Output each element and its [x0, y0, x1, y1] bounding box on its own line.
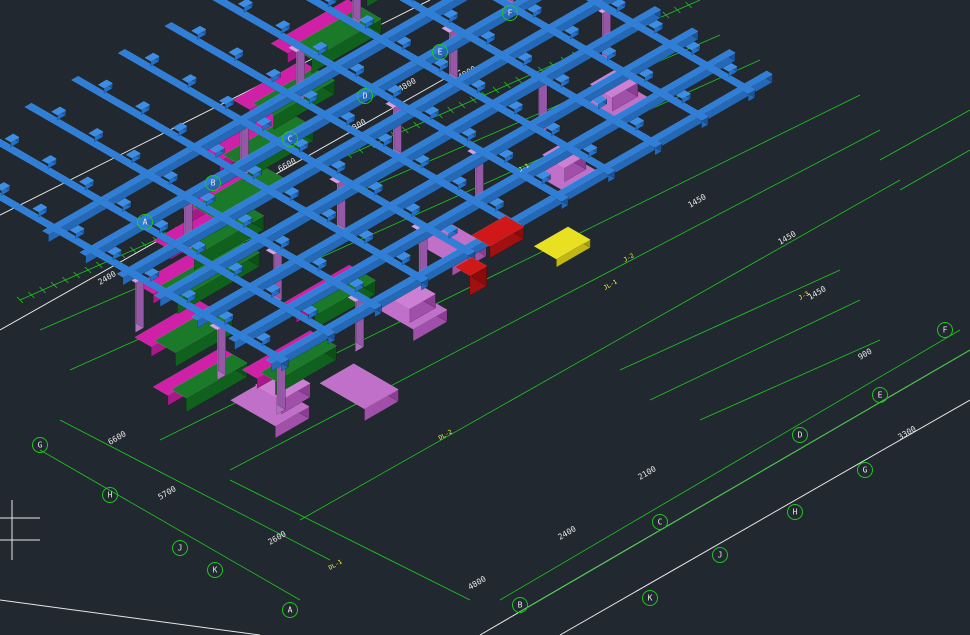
grid-bubble: B: [512, 597, 528, 613]
dimension-tick: [402, 126, 409, 134]
grid-bubble-label: A: [288, 606, 293, 615]
dimension-line: [299, 179, 901, 521]
grid-bubble-label: D: [363, 92, 368, 101]
grid-bubble: K: [642, 590, 658, 606]
grid-bubble-label: E: [438, 48, 443, 57]
dimension-line: [879, 109, 970, 161]
dimension-tick: [84, 266, 92, 274]
dimension-line: [499, 329, 961, 601]
dimension-text: 1450: [807, 284, 828, 302]
dimension-tick: [39, 286, 46, 294]
dimension-tick: [447, 106, 454, 114]
grid-bubble-label: G: [38, 441, 43, 450]
grid-bubble: G: [857, 462, 873, 478]
grid-bubble-label: D: [798, 431, 803, 440]
grid-bubble: C: [652, 514, 668, 530]
grid-bubble-label: A: [143, 218, 148, 227]
grid-bubble: H: [787, 504, 803, 520]
dimension-tick: [662, 11, 670, 19]
tag-label: J-2: [623, 252, 636, 264]
grid-bubble: K: [207, 562, 223, 578]
grid-bubble-label: H: [108, 491, 113, 500]
dimension-tick: [413, 121, 420, 129]
grid-bubble-label: H: [793, 508, 798, 517]
beam-frame-layer: [0, 0, 774, 372]
dimension-line: [519, 349, 970, 613]
frame-line: [0, 599, 261, 635]
dimension-text: 2400: [557, 524, 578, 542]
grid-bubble: J: [172, 540, 188, 556]
cad-drawing-canvas[interactable]: 4800480048006600660033002400240018001450…: [0, 0, 970, 635]
dimension-line: [649, 299, 861, 401]
tag-label: JL-1: [603, 278, 619, 291]
grid-bubble-label: K: [213, 566, 218, 575]
dimension-tick: [685, 1, 692, 9]
grid-bubble-label: C: [288, 135, 293, 144]
dimension-text: 2600: [267, 529, 288, 547]
dimension-tick: [28, 291, 35, 299]
dimension-tick: [96, 261, 103, 269]
tag-layer: J-1J-2J-3DL-1DL-2JL-1: [328, 162, 811, 572]
dimension-text: 6600: [107, 429, 128, 447]
dimension-line: [699, 339, 881, 421]
grid-bubble-label: B: [211, 179, 216, 188]
grid-bubble: D: [792, 427, 808, 443]
grid-bubble: H: [102, 487, 118, 503]
dimension-tick: [458, 101, 466, 109]
cad-model-viewport[interactable]: 4800480048006600660033002400240018001450…: [0, 0, 970, 635]
highlight-yellow-block: [533, 226, 591, 268]
dimension-tick: [62, 276, 69, 284]
grid-bubble-label: C: [658, 518, 663, 527]
grid-bubble-label: B: [518, 601, 523, 610]
dimension-text: 2100: [637, 464, 658, 482]
dimension-text: 5700: [157, 484, 178, 502]
dimension-line: [899, 149, 970, 191]
footing-pad: [319, 363, 399, 422]
grid-bubble-label: F: [508, 9, 513, 18]
dimension-tick: [674, 6, 681, 14]
grid-bubble: E: [872, 387, 888, 403]
dimension-text: 1450: [687, 192, 708, 210]
tag-label: DL-1: [328, 558, 344, 571]
grid-bubble: J: [712, 547, 728, 563]
grid-bubble: A: [282, 602, 298, 618]
tag-label: DL-2: [438, 428, 454, 441]
dimension-line: [39, 449, 301, 601]
dimension-tick: [515, 76, 522, 84]
grid-bubble-label: G: [863, 466, 868, 475]
dimension-tick: [16, 296, 24, 304]
grid-bubble-label: J: [718, 551, 723, 560]
dimension-tick: [141, 241, 148, 249]
grid-bubble-label: F: [943, 326, 948, 335]
grid-bubble: F: [937, 322, 953, 338]
dimension-tick: [73, 271, 80, 279]
dimension-text: 2400: [97, 269, 118, 287]
dimension-tick: [504, 81, 511, 89]
dimension-text: 3300: [897, 424, 918, 442]
grid-bubble-label: E: [878, 391, 883, 400]
grid-bubble-label: K: [648, 594, 653, 603]
grid-bubble-label: J: [178, 544, 183, 553]
beam-connector: [0, 181, 11, 196]
dimension-text: 4800: [467, 574, 488, 592]
dimension-tick: [492, 86, 500, 94]
dimension-tick: [50, 281, 58, 289]
dimension-tick: [130, 246, 137, 254]
